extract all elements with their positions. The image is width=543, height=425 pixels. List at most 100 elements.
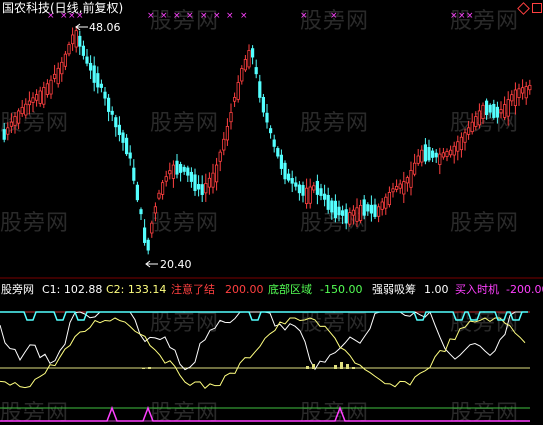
candle-body: [362, 199, 366, 216]
c2-value: C2: 133.14: [106, 283, 167, 296]
candle-body: [448, 149, 453, 156]
strength-bar: [142, 368, 145, 369]
strength-bar: [306, 366, 309, 369]
attention-value: 200.00: [225, 283, 264, 296]
candle-body: [380, 201, 384, 210]
candle-body: [89, 62, 93, 71]
candle-body: [384, 196, 388, 209]
candle-body: [474, 116, 478, 127]
candle-body: [430, 150, 435, 158]
signal-marker: ×: [450, 11, 458, 21]
candle-body: [128, 152, 132, 159]
candle-body: [438, 153, 442, 165]
candle-body: [85, 56, 89, 64]
stock-chart-screen: 股旁网 股旁网 股旁网 股旁网 股旁网 股旁网 股旁网 股旁网 股旁网 股旁网 …: [0, 0, 543, 425]
candle-body: [261, 97, 266, 113]
price-high-label: 48.06: [89, 21, 121, 34]
candle-body: [207, 177, 211, 188]
candle-body: [27, 100, 32, 106]
candle-body: [121, 132, 125, 143]
candle-body: [528, 85, 532, 91]
candle-body: [510, 94, 514, 102]
chart-title: 国农科技(日线,前复权): [2, 1, 124, 15]
candle-body: [171, 164, 175, 179]
close-icon[interactable]: [532, 3, 542, 13]
candle-body: [333, 200, 338, 219]
candle-body: [175, 160, 179, 175]
strength-value: 1.00: [424, 283, 449, 296]
candle-body: [358, 204, 363, 221]
signal-marker: ×: [186, 11, 194, 21]
low-arrow: [145, 260, 158, 268]
candle-body: [243, 59, 247, 71]
candle-body: [502, 104, 507, 118]
candle-body: [196, 184, 201, 190]
candle-body: [2, 129, 6, 140]
buy-label: 买入时机: [455, 283, 499, 296]
candle-body: [218, 151, 222, 162]
candle-body: [402, 181, 406, 195]
candle-body: [63, 53, 67, 67]
buy-signal-line: [0, 405, 530, 422]
candle-body: [463, 132, 467, 143]
candle-body: [160, 182, 165, 195]
candle-body: [452, 145, 456, 156]
candle-body: [348, 212, 352, 225]
candle-body: [405, 177, 410, 184]
candle-body: [301, 185, 305, 196]
candle-body: [330, 200, 334, 213]
candle-body: [74, 30, 78, 48]
candle-body: [135, 184, 139, 201]
candle-body: [182, 166, 186, 172]
candle-body: [6, 127, 10, 135]
candle-body: [517, 88, 521, 99]
candle-body: [322, 193, 327, 200]
candle-body: [49, 79, 53, 95]
candle-body: [394, 185, 399, 190]
candle-body: [56, 67, 60, 85]
price-low-label: 20.40: [160, 258, 192, 271]
candle-body: [45, 83, 50, 95]
candle-body: [304, 187, 309, 205]
candle-body: [96, 73, 100, 88]
signal-marker: ×: [240, 11, 248, 21]
signal-marker: ×: [330, 11, 338, 21]
strength-label: 强弱吸筹: [372, 283, 416, 296]
candle-body: [369, 204, 374, 214]
candle-body: [456, 141, 460, 152]
candle-body: [9, 121, 13, 127]
candle-body: [92, 65, 96, 83]
candle-body: [481, 104, 485, 119]
indicator-name: 股旁网: [1, 283, 34, 296]
candle-body: [294, 182, 298, 187]
candle-body: [319, 188, 323, 196]
candle-body: [466, 127, 471, 135]
candle-body: [13, 116, 17, 126]
candle-body: [297, 184, 302, 194]
signal-marker: ×: [300, 11, 308, 21]
candle-body: [492, 103, 496, 118]
candle-body: [236, 82, 240, 100]
candle-body: [477, 110, 482, 126]
candlestick-series: [2, 26, 532, 255]
indicator-series: [0, 311, 530, 422]
bottom-label: 底部区域: [268, 283, 312, 296]
candle-body: [441, 152, 446, 158]
strength-bar: [334, 365, 337, 369]
strength-bar: [312, 364, 315, 369]
candle-body: [164, 176, 168, 182]
candle-body: [20, 106, 24, 115]
candle-body: [268, 128, 273, 134]
candle-body: [225, 126, 229, 141]
candle-body: [286, 173, 291, 181]
chart-canvas[interactable]: × × × × × × × × × × × × × × × × ×: [0, 0, 543, 425]
candle-body: [67, 44, 71, 55]
candle-body: [445, 151, 449, 157]
candle-body: [326, 194, 330, 210]
candle-body: [107, 97, 111, 112]
candle-body: [142, 227, 147, 243]
candle-body: [222, 138, 226, 151]
candle-body: [31, 97, 35, 103]
candle-body: [265, 112, 269, 123]
candle-body: [337, 206, 341, 216]
